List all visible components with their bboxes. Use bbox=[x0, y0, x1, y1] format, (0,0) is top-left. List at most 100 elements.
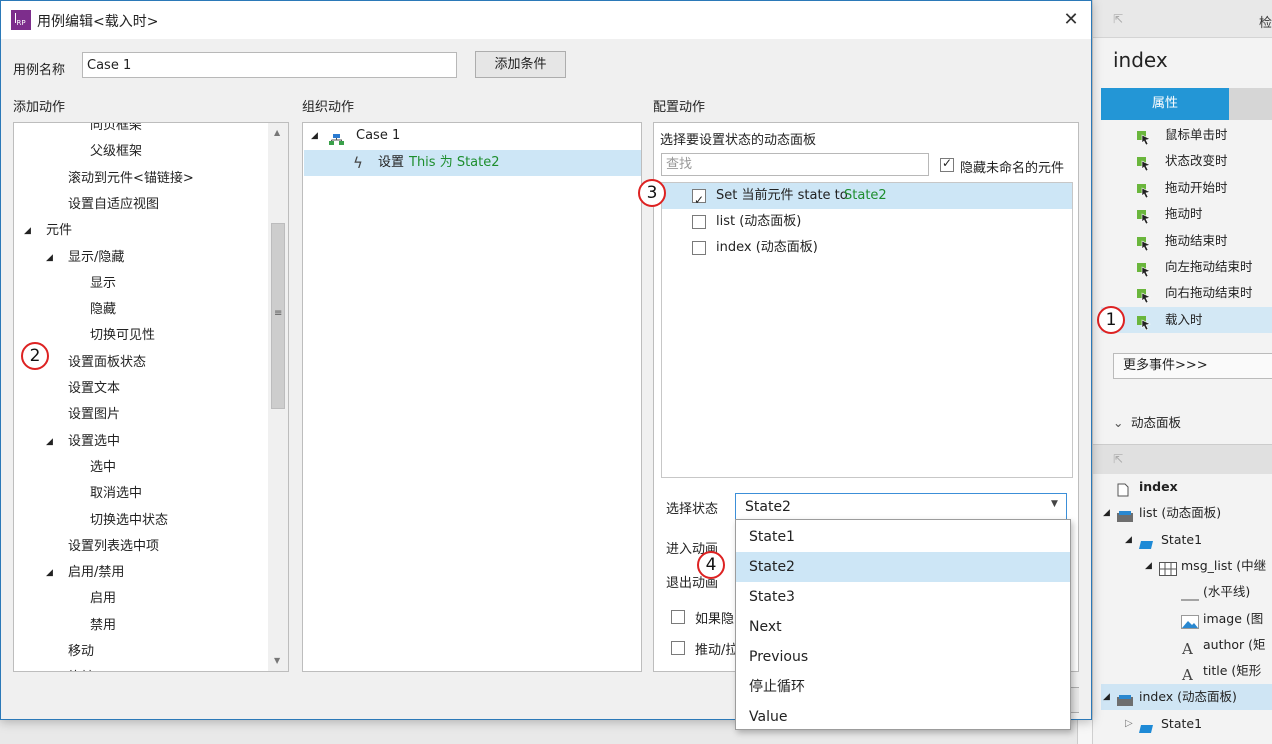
panel-item-checkbox[interactable] bbox=[692, 215, 706, 229]
outline-item[interactable]: ◢ State1 bbox=[1101, 527, 1272, 553]
outline-item[interactable]: ◢ index (动态面板) bbox=[1101, 684, 1272, 711]
action-tree-scrollbar[interactable]: ▲ ≡ ▼ bbox=[268, 123, 288, 671]
expand-icon[interactable]: ◢ bbox=[24, 218, 31, 244]
outline-item[interactable]: Atitle (矩形 bbox=[1101, 658, 1272, 684]
event-item[interactable]: 拖动开始时 bbox=[1101, 175, 1272, 201]
add-condition-button[interactable]: 添加条件 bbox=[475, 51, 566, 78]
panel-checklist-item[interactable]: Set 当前元件 state to State2 bbox=[662, 183, 1072, 213]
action-tree-item[interactable]: ◢ 设置选中 bbox=[14, 429, 268, 455]
action-tree-item[interactable]: ◢ 显示/隐藏 bbox=[14, 245, 268, 271]
action-tree-item[interactable]: 旋转 bbox=[14, 665, 268, 671]
action-tree-item[interactable]: 父级框架 bbox=[14, 139, 268, 165]
outline-item[interactable]: Aauthor (矩 bbox=[1101, 632, 1272, 658]
close-icon[interactable]: ✕ bbox=[1059, 7, 1083, 33]
panel-checklist-item[interactable]: list (动态面板) bbox=[662, 209, 1072, 235]
action-tree-item[interactable]: ◢ 启用/禁用 bbox=[14, 560, 268, 586]
add-action-heading: 添加动作 bbox=[13, 100, 66, 115]
action-tree-item[interactable]: 设置自适应视图 bbox=[14, 192, 268, 218]
scroll-down-icon[interactable]: ▼ bbox=[274, 656, 280, 665]
event-item[interactable]: 向右拖动结束时 bbox=[1101, 280, 1272, 306]
action-row-selected[interactable]: ϟ 设置 This 为 State2 bbox=[304, 150, 641, 176]
panel-item-checkbox[interactable] bbox=[692, 187, 706, 213]
action-tree-item[interactable]: 同页框架 bbox=[14, 122, 268, 139]
push-pull-checkbox[interactable] bbox=[671, 641, 685, 655]
action-tree-item[interactable]: ◢ 元件 bbox=[14, 218, 268, 244]
outline-label: index (动态面板) bbox=[1139, 689, 1237, 705]
action-tree-item[interactable]: 启用 bbox=[14, 586, 268, 612]
expand-icon[interactable]: ◢ bbox=[46, 560, 53, 586]
panel-item-checkbox[interactable] bbox=[692, 241, 706, 255]
outline-item[interactable]: index bbox=[1101, 474, 1272, 500]
action-tree-label: 禁用 bbox=[90, 617, 117, 633]
hide-unnamed-checkbox[interactable] bbox=[940, 156, 954, 172]
outline-label: (水平线) bbox=[1203, 584, 1251, 600]
event-item[interactable]: 鼠标单击时 bbox=[1101, 122, 1272, 148]
expand-icon[interactable]: ◢ bbox=[1103, 684, 1110, 710]
canvas-edge bbox=[1077, 718, 1092, 744]
event-item[interactable]: 状态改变时 bbox=[1101, 148, 1272, 174]
state-option[interactable]: 停止循环 bbox=[736, 672, 1070, 702]
event-interaction-icon bbox=[1137, 234, 1151, 251]
case-name-input[interactable]: Case 1 bbox=[82, 52, 457, 78]
event-item[interactable]: 载入时 bbox=[1101, 306, 1272, 333]
action-tree-item[interactable]: 设置列表选中项 bbox=[14, 534, 268, 560]
dynamic-panel-icon bbox=[1117, 690, 1133, 710]
action-tree-label: 同页框架 bbox=[90, 122, 143, 133]
panel-checklist-item[interactable]: index (动态面板) bbox=[662, 235, 1072, 261]
outline-item[interactable]: ▷ State1 bbox=[1101, 711, 1272, 737]
action-tree-item[interactable]: 取消选中 bbox=[14, 481, 268, 507]
select-state-dropdown[interactable]: State2 ▼ bbox=[735, 493, 1067, 521]
section-dynamic-panel[interactable]: ⌄ 动态面板 bbox=[1093, 410, 1272, 436]
case-name-label: 用例名称 bbox=[13, 63, 66, 78]
action-tree-item[interactable]: 移动 bbox=[14, 639, 268, 665]
outline-item[interactable]: (水平线) bbox=[1101, 579, 1272, 605]
event-item[interactable]: 拖动时 bbox=[1101, 201, 1272, 227]
action-tree-item[interactable]: 切换选中状态 bbox=[14, 508, 268, 534]
action-tree-item[interactable]: 设置图片 bbox=[14, 402, 268, 428]
state-option[interactable]: State1 bbox=[736, 522, 1070, 552]
outline-item[interactable]: image (图 bbox=[1101, 606, 1272, 632]
configure-action-heading: 配置动作 bbox=[653, 100, 706, 115]
expand-icon[interactable]: ◢ bbox=[1125, 527, 1132, 553]
state-option[interactable]: Next bbox=[736, 612, 1070, 642]
case-label: Case 1 bbox=[356, 128, 401, 143]
expand-icon[interactable]: ◢ bbox=[311, 123, 318, 149]
action-tree-item[interactable]: 滚动到元件<锚链接> bbox=[14, 166, 268, 192]
expand-icon[interactable]: ◢ bbox=[46, 245, 53, 271]
action-tree-item[interactable]: 设置文本 bbox=[14, 376, 268, 402]
pin-icon[interactable]: ⇱ bbox=[1113, 12, 1123, 26]
event-item[interactable]: 拖动结束时 bbox=[1101, 228, 1272, 254]
outline-item[interactable]: ◢ msg_list (中继 bbox=[1101, 553, 1272, 579]
event-item[interactable]: 向左拖动结束时 bbox=[1101, 254, 1272, 280]
state-option[interactable]: Previous bbox=[736, 642, 1070, 672]
action-tree-item[interactable]: 切换可见性 bbox=[14, 323, 268, 349]
action-tree-item[interactable]: 显示 bbox=[14, 271, 268, 297]
action-tree-label: 移动 bbox=[68, 644, 95, 659]
expand-icon[interactable]: ◢ bbox=[46, 429, 53, 455]
state-option[interactable]: State2 bbox=[736, 552, 1070, 582]
action-tree-item[interactable]: 选中 bbox=[14, 455, 268, 481]
action-tree-item[interactable]: 设置面板状态 bbox=[14, 350, 268, 376]
expand-icon[interactable]: ◢ bbox=[1103, 500, 1110, 526]
scrollbar-thumb[interactable]: ≡ bbox=[271, 223, 285, 409]
action-tree-label: 旋转 bbox=[68, 665, 94, 671]
more-events-button[interactable]: 更多事件>>> bbox=[1113, 353, 1272, 379]
dialog-title: 用例编辑<载入时> bbox=[37, 14, 159, 30]
collapse-icon[interactable]: ▷ bbox=[1125, 711, 1133, 737]
state-option[interactable]: Value bbox=[736, 702, 1070, 732]
expand-icon[interactable]: ◢ bbox=[1145, 553, 1152, 579]
scroll-up-icon[interactable]: ▲ bbox=[274, 128, 280, 137]
outline-item[interactable]: ◢ list (动态面板) bbox=[1101, 500, 1272, 526]
search-input[interactable]: 查找 bbox=[661, 153, 929, 176]
state-icon bbox=[1139, 717, 1153, 737]
action-tree-label: 设置文本 bbox=[68, 381, 121, 396]
action-tree-item[interactable]: 禁用 bbox=[14, 613, 268, 639]
state-option[interactable]: State3 bbox=[736, 582, 1070, 612]
event-label: 拖动开始时 bbox=[1165, 179, 1228, 195]
if-hidden-checkbox[interactable] bbox=[671, 610, 685, 624]
tab-properties[interactable]: 属性 bbox=[1101, 88, 1229, 120]
case-row[interactable]: ◢ Case 1 bbox=[303, 123, 641, 149]
pin-icon[interactable]: ⇱ bbox=[1113, 452, 1123, 466]
action-tree-item[interactable]: 隐藏 bbox=[14, 297, 268, 323]
event-interaction-icon bbox=[1137, 154, 1151, 172]
